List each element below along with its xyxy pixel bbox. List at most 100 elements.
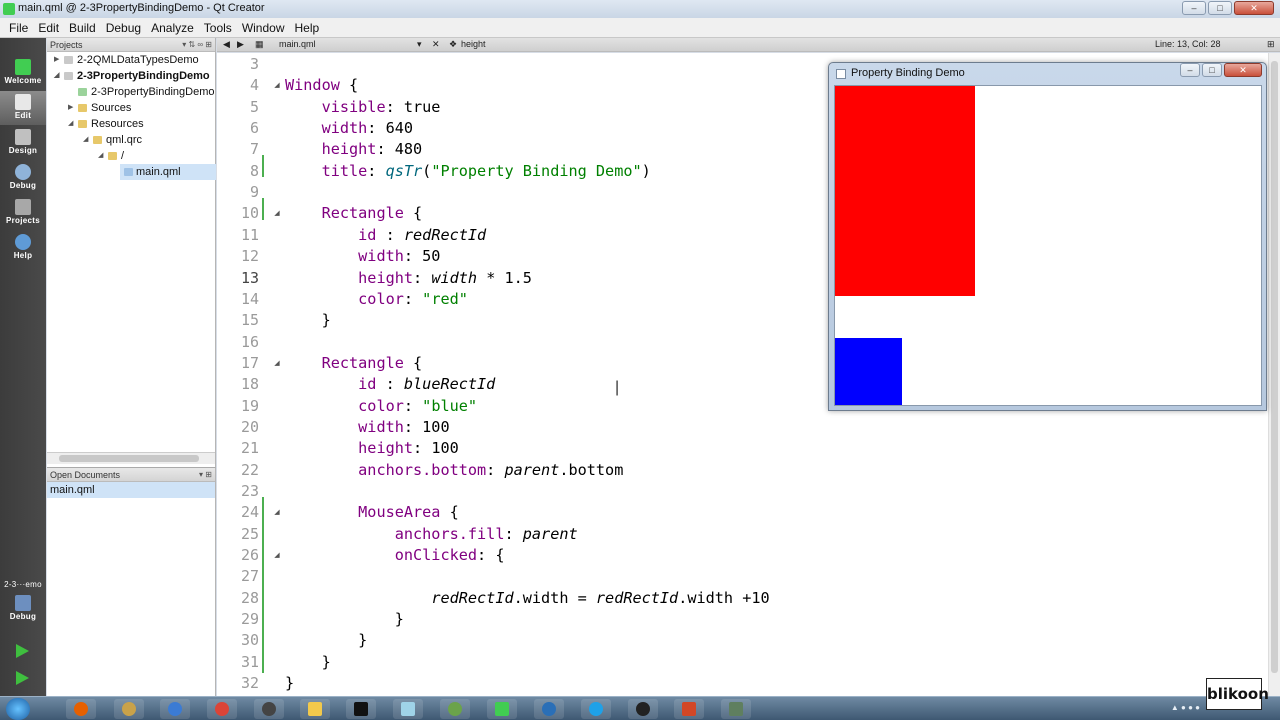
code-line[interactable]: title: qsTr("Property Binding Demo") [285,162,651,180]
menu-help[interactable]: Help [290,21,325,35]
code-line[interactable]: anchors.fill: parent [285,525,578,543]
firefox-taskbar-icon[interactable] [66,699,96,719]
tree-item[interactable]: 2-3PropertyBindingDemo [47,84,215,100]
presentation-taskbar-icon[interactable] [721,699,751,719]
code-line[interactable]: width: 50 [285,247,440,265]
powerpoint-taskbar-icon[interactable] [674,699,704,719]
menu-analyze[interactable]: Analyze [146,21,199,35]
code-line[interactable]: Rectangle { [285,204,423,222]
tree-item[interactable]: ▶ Sources [47,100,215,116]
code-line[interactable]: height: width * 1.5 [285,269,532,287]
symbol-selector[interactable]: height [461,39,486,49]
menu-tools[interactable]: Tools [199,21,237,35]
fold-toggle-icon[interactable]: ◢ [269,209,285,217]
code-line[interactable]: onClicked: { [285,546,505,564]
demo-close-button[interactable]: ✕ [1224,63,1262,77]
menu-debug[interactable]: Debug [101,21,146,35]
qt-taskbar-icon[interactable] [487,699,517,719]
editor-taskbar-icon[interactable] [440,699,470,719]
code-line[interactable]: } [285,653,331,671]
network-taskbar-icon[interactable] [534,699,564,719]
minimize-button[interactable]: – [1182,1,1206,15]
mode-debug[interactable]: Debug [0,161,46,195]
code-line[interactable]: anchors.bottom: parent.bottom [285,461,623,479]
code-line[interactable]: id : redRectId [285,226,486,244]
collapse-arrow-icon[interactable]: ◢ [98,148,103,164]
code-line[interactable]: height: 100 [285,439,459,457]
run-button[interactable] [16,644,29,658]
demo-maximize-button[interactable]: □ [1202,63,1222,77]
code-line[interactable]: color: "blue" [285,397,477,415]
code-line[interactable]: redRectId.width = redRectId.width +10 [285,589,769,607]
tree-item[interactable]: main.qml [120,164,216,180]
menu-window[interactable]: Window [237,21,290,35]
blue-rectangle[interactable] [835,338,902,405]
tree-item[interactable]: ◢ / [47,148,215,164]
mode-help[interactable]: Help [0,231,46,265]
collapse-arrow-icon[interactable]: ◢ [83,132,88,148]
app-taskbar-icon[interactable] [160,699,190,719]
code-line[interactable]: MouseArea { [285,503,459,521]
fold-toggle-icon[interactable]: ◢ [269,359,285,367]
close-document-icon[interactable]: ✕ [432,39,440,50]
open-document-item[interactable]: main.qml [47,482,215,498]
demo-minimize-button[interactable]: – [1180,63,1200,77]
mode-projects[interactable]: Projects [0,196,46,230]
mode-welcome[interactable]: Welcome [0,56,46,90]
code-line[interactable]: id : blueRectId [285,375,495,393]
fold-toggle-icon[interactable]: ◢ [269,551,285,559]
cursor-position[interactable]: Line: 13, Col: 28 [1155,39,1221,49]
code-line[interactable]: height: 480 [285,140,423,158]
start-button[interactable] [6,698,30,720]
code-line[interactable]: width: 100 [285,418,449,436]
expand-arrow-icon[interactable]: ▶ [68,100,73,116]
menu-edit[interactable]: Edit [33,21,64,35]
collapse-arrow-icon[interactable]: ◢ [68,116,73,132]
document-dropdown-icon[interactable]: ▾ [417,39,422,50]
menu-build[interactable]: Build [64,21,101,35]
tool-taskbar-icon[interactable] [254,699,284,719]
tree-item[interactable]: ◢ Resources [47,116,215,132]
run-target-selector[interactable]: 2-3···emo Debug [0,578,46,628]
collapse-arrow-icon[interactable]: ◢ [54,68,59,84]
mode-design[interactable]: Design [0,126,46,160]
menu-file[interactable]: File [4,21,33,35]
forward-arrow-icon[interactable]: ▶ [237,39,244,50]
back-arrow-icon[interactable]: ◀ [223,39,230,50]
tree-item[interactable]: ◢ 2-3PropertyBindingDemo [47,68,215,84]
close-button[interactable]: ✕ [1234,1,1274,15]
terminal-taskbar-icon[interactable] [346,699,376,719]
code-line[interactable]: width: 640 [285,119,413,137]
code-line[interactable]: Window { [285,76,358,94]
obs-taskbar-icon[interactable] [628,699,658,719]
mode-edit[interactable]: Edit [0,91,46,125]
code-line[interactable]: visible: true [285,98,441,116]
fold-toggle-icon[interactable]: ◢ [269,508,285,516]
system-tray[interactable]: ▲ ● ● ● [1171,703,1200,712]
notepad-taskbar-icon[interactable] [393,699,423,719]
code-line[interactable]: } [285,631,367,649]
tree-item[interactable]: ▶ 2-2QMLDataTypesDemo [47,52,215,68]
expand-arrow-icon[interactable]: ▶ [54,52,59,68]
code-line[interactable]: color: "red" [285,290,468,308]
folder-taskbar-icon[interactable] [300,699,330,719]
debug-run-button[interactable] [16,671,29,685]
code-line[interactable]: } [285,674,294,692]
split-icon[interactable]: ⊞ [1267,39,1275,50]
fold-toggle-icon[interactable]: ◢ [269,81,285,89]
editor-vertical-scrollbar[interactable] [1268,53,1280,696]
open-documents-tools-icon[interactable]: ▾ ⊞ [199,468,212,482]
document-selector[interactable]: main.qml [279,39,316,49]
line-number: 10 [240,204,259,222]
code-line[interactable]: Rectangle { [285,354,423,372]
code-line[interactable]: } [285,610,404,628]
ie-taskbar-icon[interactable] [581,699,611,719]
tree-item[interactable]: ◢ qml.qrc [47,132,215,148]
maximize-button[interactable]: □ [1208,1,1232,15]
code-line[interactable]: } [285,311,331,329]
pane-tools-icon[interactable]: ▾ ⇅ ∞ ⊞ [182,38,212,52]
chrome-taskbar-icon[interactable] [207,699,237,719]
demo-app-window[interactable]: Property Binding Demo – □ ✕ [828,62,1267,411]
paint-taskbar-icon[interactable] [114,699,144,719]
projects-horizontal-scrollbar[interactable] [47,452,215,464]
